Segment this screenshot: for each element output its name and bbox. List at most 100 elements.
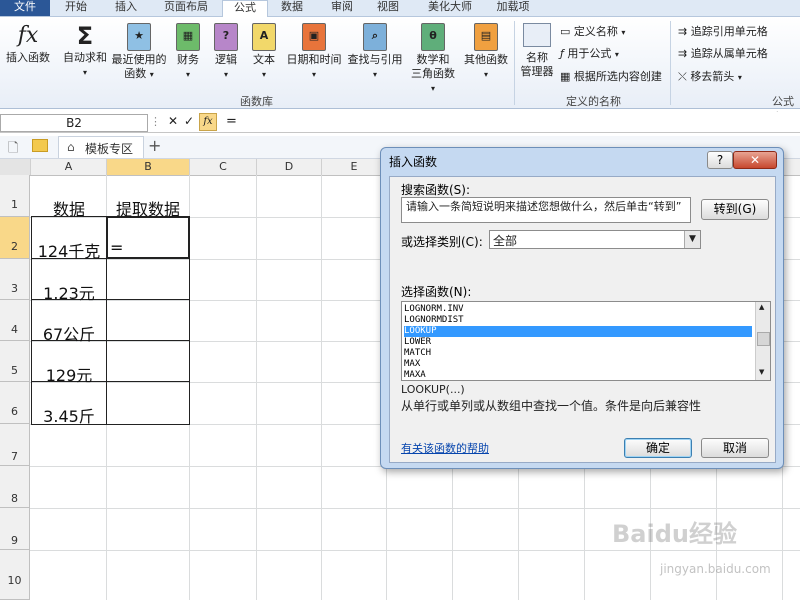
cancel-icon[interactable]: ✕ bbox=[168, 114, 178, 128]
cell-b2[interactable]: = bbox=[110, 238, 130, 257]
tab-insert[interactable]: 插入 bbox=[104, 0, 148, 16]
ribbon: fx 插入函数 Σ 自动求和 ▾ ★ 最近使用的 函数 ▾ ▦ 财务 ▾ ? 逻… bbox=[0, 17, 800, 124]
template-tab[interactable]: ⌂ 模板专区 bbox=[58, 136, 144, 158]
close-button[interactable]: ✕ bbox=[733, 151, 777, 169]
go-button[interactable]: 转到(G) bbox=[701, 199, 769, 220]
row-header-3[interactable]: 3 bbox=[0, 259, 30, 300]
text-label: 文本 bbox=[253, 53, 275, 66]
column-header-e[interactable]: E bbox=[322, 159, 387, 175]
remove-arrows-button[interactable]: ⤬ 移去箭头 ▾ bbox=[678, 68, 742, 84]
function-list-item[interactable]: MAXA bbox=[404, 370, 752, 380]
function-list-item[interactable]: LOGNORMDIST bbox=[404, 315, 752, 326]
function-listbox[interactable]: LOGNORM.INV LOGNORMDIST LOOKUP LOWER MAT… bbox=[401, 301, 771, 381]
tab-view[interactable]: 视图 bbox=[366, 0, 410, 16]
chevron-down-icon: ▾ bbox=[483, 70, 488, 79]
more-label: 其他函数 bbox=[464, 53, 508, 66]
enter-icon[interactable]: ✓ bbox=[184, 114, 194, 128]
function-help-link[interactable]: 有关该函数的帮助 bbox=[401, 440, 489, 456]
tab-review[interactable]: 审阅 bbox=[320, 0, 364, 16]
cell-a3[interactable]: 1.23元 bbox=[31, 280, 107, 304]
more-functions-button[interactable]: ▤ 其他函数 ▾ bbox=[460, 23, 512, 82]
cell-a6[interactable]: 3.45斤 bbox=[31, 403, 107, 427]
help-button[interactable]: ? bbox=[707, 151, 733, 169]
function-list-item[interactable]: MAX bbox=[404, 359, 752, 370]
use-in-formula-label: 用于公式 bbox=[567, 47, 612, 60]
cell-b1[interactable]: 提取数据 bbox=[107, 196, 189, 220]
insert-function-label: 插入函数 bbox=[6, 51, 50, 64]
category-select[interactable]: 全部 ▼ bbox=[489, 230, 701, 249]
search-function-input[interactable]: 请输入一条简短说明来描述您想做什么，然后单击“转到” bbox=[401, 197, 691, 223]
financial-button[interactable]: ▦ 财务 ▾ bbox=[172, 23, 204, 82]
datetime-button[interactable]: ▣ 日期和时间 ▾ bbox=[284, 23, 344, 82]
column-header-b[interactable]: B bbox=[107, 159, 190, 175]
cell-a4[interactable]: 67公斤 bbox=[31, 321, 107, 345]
autosum-button[interactable]: Σ 自动求和 ▾ bbox=[60, 23, 110, 80]
define-name-label: 定义名称 bbox=[573, 25, 618, 38]
row-header-7[interactable]: 7 bbox=[0, 424, 30, 466]
define-name-button[interactable]: ▭ 定义名称 ▾ bbox=[560, 23, 625, 39]
recently-used-button[interactable]: ★ 最近使用的 函数 ▾ bbox=[110, 23, 168, 82]
insert-function-fx-icon[interactable]: fx bbox=[199, 113, 217, 131]
new-document-icon[interactable]: 🗋 bbox=[8, 139, 18, 161]
cell-a2[interactable]: 124千克 bbox=[31, 238, 107, 262]
row-header-10[interactable]: 10 bbox=[0, 550, 30, 600]
lookup-reference-button[interactable]: ⌕ 查找与引用 ▾ bbox=[346, 23, 404, 82]
text-button[interactable]: A 文本 ▾ bbox=[248, 23, 280, 82]
recent-label-2: 函数 bbox=[124, 67, 147, 80]
math-trig-button[interactable]: θ 数学和 三角函数 ▾ bbox=[408, 23, 458, 96]
cell-a5[interactable]: 129元 bbox=[31, 362, 107, 386]
function-list-item[interactable]: LOGNORM.INV bbox=[404, 304, 752, 315]
row-header-1[interactable]: 1 bbox=[0, 175, 30, 217]
text-book-icon: A bbox=[252, 23, 276, 51]
scroll-up-icon[interactable]: ▲ bbox=[759, 303, 764, 311]
insert-function-button[interactable]: fx 插入函数 bbox=[2, 23, 54, 65]
autosum-label: 自动求和 bbox=[63, 51, 107, 64]
row-header-9[interactable]: 9 bbox=[0, 508, 30, 550]
add-tab-icon[interactable]: + bbox=[148, 136, 161, 155]
tab-page-layout[interactable]: 页面布局 bbox=[154, 0, 218, 16]
gridline bbox=[321, 175, 322, 600]
column-header-c[interactable]: C bbox=[190, 159, 257, 175]
tab-file[interactable]: 文件 bbox=[0, 0, 50, 16]
column-header-d[interactable]: D bbox=[257, 159, 322, 175]
datetime-book-icon: ▣ bbox=[302, 23, 326, 51]
row-header-5[interactable]: 5 bbox=[0, 341, 30, 382]
lookup-book-icon: ⌕ bbox=[363, 23, 387, 51]
logical-book-icon: ? bbox=[214, 23, 238, 51]
trace-dependents-button[interactable]: ⇉ 追踪从属单元格 bbox=[678, 45, 768, 61]
row-header-6[interactable]: 6 bbox=[0, 382, 30, 424]
trace-precedents-button[interactable]: ⇉ 追踪引用单元格 bbox=[678, 23, 768, 39]
cancel-button[interactable]: 取消 bbox=[701, 438, 769, 458]
create-from-selection-button[interactable]: ▦ 根据所选内容创建 bbox=[560, 68, 662, 84]
column-header-a[interactable]: A bbox=[31, 159, 107, 175]
cell-a1[interactable]: 数据 bbox=[31, 196, 107, 220]
function-library-group-label: 函数库 bbox=[240, 95, 273, 108]
scroll-thumb[interactable] bbox=[757, 332, 770, 346]
tab-addins[interactable]: 加载项 bbox=[488, 0, 538, 16]
function-list-item[interactable]: MATCH bbox=[404, 348, 752, 359]
row-header-4[interactable]: 4 bbox=[0, 300, 30, 341]
baidu-watermark-url: jingyan.baidu.com bbox=[660, 562, 771, 576]
function-list-item[interactable]: LOWER bbox=[404, 337, 752, 348]
function-description: 从单行或单列或从数组中查找一个值。条件是向后兼容性 bbox=[401, 399, 702, 413]
scroll-down-icon[interactable]: ▼ bbox=[759, 368, 764, 376]
row-header-2[interactable]: 2 bbox=[0, 217, 30, 259]
formula-input[interactable]: = bbox=[226, 114, 237, 129]
tab-beautify[interactable]: 美化大师 bbox=[418, 0, 482, 16]
name-manager-button[interactable]: 名称 管理器 bbox=[518, 23, 556, 79]
folder-icon[interactable] bbox=[32, 139, 48, 152]
row-header-8[interactable]: 8 bbox=[0, 466, 30, 508]
tab-home[interactable]: 开始 bbox=[54, 0, 98, 16]
dialog-title: 插入函数 bbox=[389, 155, 438, 169]
function-list-item-selected[interactable]: LOOKUP bbox=[404, 326, 752, 337]
expand-dots-icon[interactable]: ⋮ bbox=[150, 115, 161, 128]
tab-formulas[interactable]: 公式 bbox=[222, 0, 268, 18]
listbox-scrollbar[interactable]: ▲ ▼ bbox=[755, 302, 770, 380]
use-in-formula-button[interactable]: ƒ 用于公式 ▾ bbox=[560, 45, 619, 61]
logical-button[interactable]: ? 逻辑 ▾ bbox=[210, 23, 242, 82]
select-all-corner[interactable] bbox=[0, 159, 31, 175]
ok-button[interactable]: 确定 bbox=[624, 438, 692, 458]
name-box[interactable]: B2 bbox=[0, 114, 148, 132]
tab-data[interactable]: 数据 bbox=[270, 0, 314, 16]
dropdown-arrow-icon[interactable]: ▼ bbox=[684, 231, 700, 248]
